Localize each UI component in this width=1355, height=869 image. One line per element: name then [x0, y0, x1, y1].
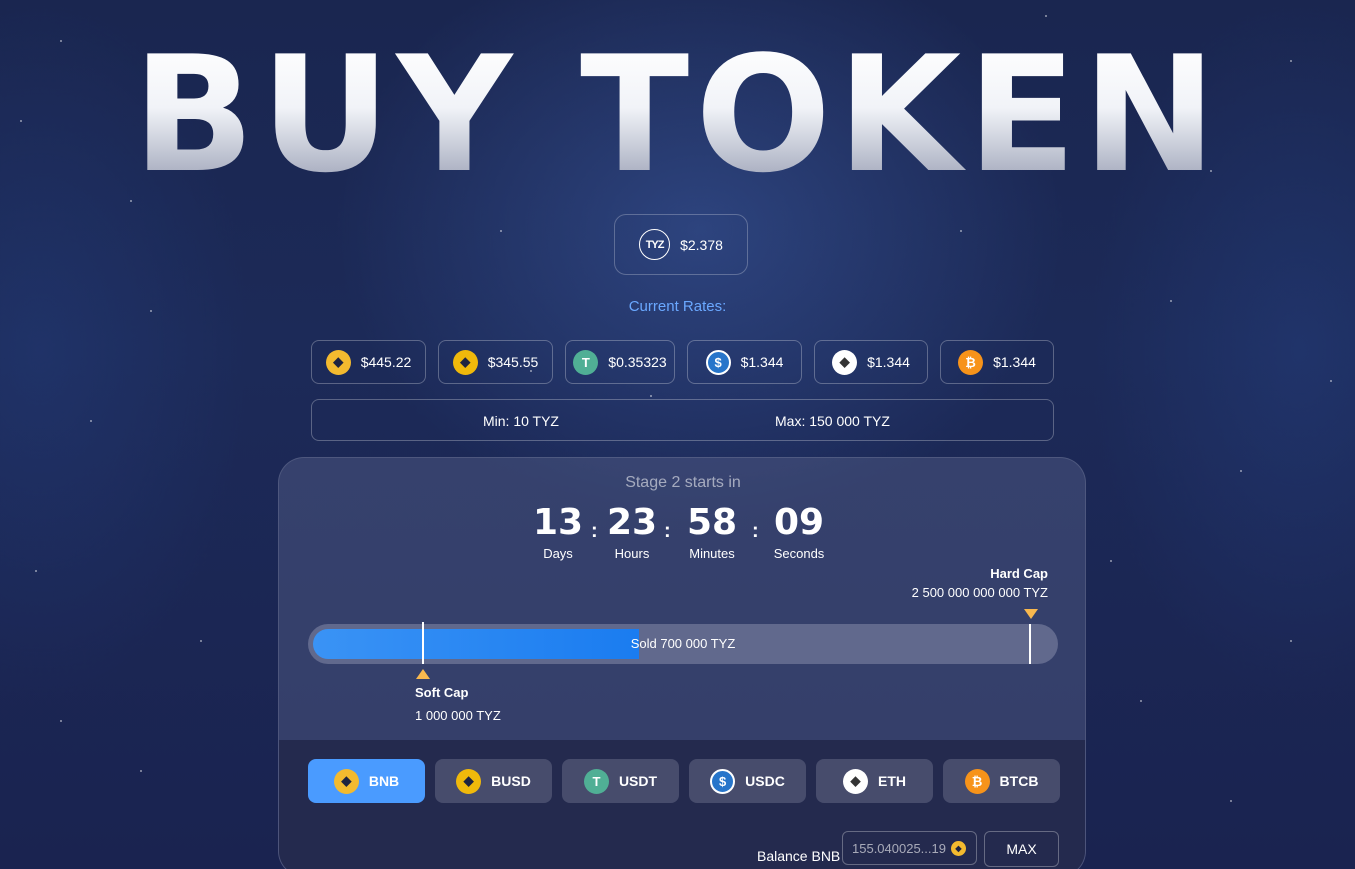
busd-icon: ◆: [456, 768, 482, 794]
min-limit: Min: 10 TYZ: [483, 413, 559, 429]
bnb-icon: ◆: [325, 349, 351, 375]
eth-icon: ◆: [843, 768, 868, 794]
tyz-logo-icon: TYZ: [639, 229, 671, 260]
eth-icon: ◆: [832, 349, 858, 375]
countdown-days: 13 Days: [533, 502, 584, 562]
seconds-label: Seconds: [773, 546, 825, 561]
purchase-limits: Min: 10 TYZ Max: 150 000 TYZ: [311, 399, 1054, 441]
soft-cap: Soft Cap 1 000 000 TYZ: [415, 685, 501, 723]
bnb-icon: ◆: [950, 840, 966, 856]
countdown-separator: :: [752, 520, 759, 542]
tab-label: USDT: [618, 773, 658, 789]
hours-label: Hours: [614, 546, 650, 561]
max-limit: Max: 150 000 TYZ: [775, 413, 890, 429]
tab-label: USDC: [745, 773, 785, 789]
btc-icon: ₿: [958, 349, 984, 375]
sale-progress-bar: Sold 700 000 TYZ: [308, 622, 1058, 664]
soft-cap-value: 1 000 000 TYZ: [415, 708, 501, 723]
tab-bnb[interactable]: ◆ BNB: [308, 759, 425, 803]
minutes-value: 58: [686, 502, 738, 543]
soft-cap-label: Soft Cap: [415, 685, 469, 700]
countdown-separator: :: [664, 520, 671, 542]
tab-btcb[interactable]: ₿ BTCB: [943, 759, 1060, 803]
page-title: BUY TOKEN: [0, 35, 1355, 195]
countdown-minutes: 58 Minutes: [682, 502, 742, 562]
rate-eth: ◆ $1.344: [814, 340, 928, 384]
balance-field[interactable]: 155.040025...19 ◆: [842, 831, 977, 865]
busd-icon: ◆: [452, 349, 478, 375]
countdown-seconds: 09 Seconds: [769, 502, 829, 562]
stage-label: Stage 2 starts in: [625, 474, 741, 491]
hard-cap-label: Hard Cap: [990, 566, 1048, 581]
seconds-value: 09: [773, 502, 825, 543]
tab-eth[interactable]: ◆ ETH: [816, 759, 933, 803]
rate-value: $445.22: [360, 354, 412, 370]
rate-value: $1.344: [993, 354, 1036, 370]
rate-usdt: T $0.35323: [565, 340, 675, 384]
bnb-icon: ◆: [333, 768, 359, 794]
balance-value: 155.040025...19: [852, 840, 946, 856]
tab-label: BNB: [368, 773, 400, 789]
rate-busd: ◆ $345.55: [438, 340, 553, 384]
usdc-icon: $: [710, 768, 736, 794]
tab-label: BUSD: [491, 773, 531, 789]
presale-panel: Stage 2 starts in 13 Days : 23 Hours : 5…: [278, 457, 1086, 869]
tab-label: ETH: [878, 773, 906, 789]
currency-tabs: ◆ BNB ◆ BUSD T USDT $ USDC ◆ ETH ₿ BTCB: [308, 759, 1060, 803]
minutes-label: Minutes: [689, 546, 735, 561]
countdown-hours: 23 Hours: [605, 502, 659, 562]
hard-cap: Hard Cap 2 500 000 000 000 TYZ: [912, 566, 1048, 600]
tab-busd[interactable]: ◆ BUSD: [435, 759, 552, 803]
days-label: Days: [543, 546, 573, 561]
rates-row: ◆ $445.22 ◆ $345.55 T $0.35323 $ $1.344 …: [311, 340, 1054, 384]
usdt-icon: T: [583, 768, 609, 794]
token-price: $2.378: [680, 236, 723, 253]
max-button[interactable]: MAX: [984, 831, 1059, 867]
hard-cap-value: 2 500 000 000 000 TYZ: [911, 585, 1048, 600]
rate-value: $345.55: [487, 354, 539, 370]
tab-label: BTCB: [999, 773, 1039, 789]
hard-cap-marker-icon: [1024, 609, 1038, 619]
rate-value: $0.35323: [608, 354, 667, 370]
tab-usdt[interactable]: T USDT: [562, 759, 679, 803]
usdt-icon: T: [573, 349, 599, 375]
balance-label: Balance BNB: [757, 848, 841, 864]
rate-btc: ₿ $1.344: [940, 340, 1054, 384]
usdc-icon: $: [705, 349, 731, 375]
token-price-card: TYZ $2.378: [614, 214, 748, 275]
rate-usdc: $ $1.344: [687, 340, 802, 384]
rates-label: Current Rates:: [628, 298, 727, 315]
soft-cap-marker-icon: [416, 669, 430, 679]
rate-value: $1.344: [740, 354, 784, 370]
sold-label: Sold 700 000 TYZ: [630, 636, 736, 651]
rate-value: $1.344: [867, 354, 910, 370]
countdown-separator: :: [591, 520, 598, 542]
btc-icon: ₿: [964, 768, 990, 794]
tab-usdc[interactable]: $ USDC: [689, 759, 806, 803]
rate-bnb: ◆ $445.22: [311, 340, 426, 384]
days-value: 13: [533, 502, 584, 543]
hours-value: 23: [606, 502, 658, 543]
